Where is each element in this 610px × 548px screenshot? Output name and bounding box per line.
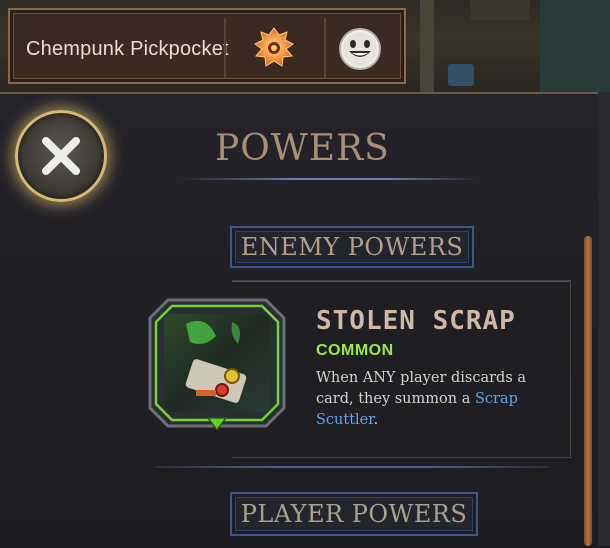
enemy-powers-heading: ENEMY POWERS (230, 226, 474, 268)
player-name: Chempunk Pickpocket (26, 38, 229, 60)
power-card-art-icon[interactable] (146, 296, 288, 432)
emote-smile-icon[interactable] (332, 24, 388, 74)
section-separator (155, 466, 549, 468)
player-header-bar: Chempunk Pickpocket (8, 8, 406, 84)
power-rarity: COMMON (316, 342, 394, 359)
power-name: STOLEN SCRAP (316, 306, 516, 336)
scrollbar[interactable] (584, 236, 592, 546)
player-powers-label: PLAYER POWERS (240, 500, 468, 528)
power-description-end: . (373, 412, 379, 428)
power-description: When ANY player discards a card, they su… (316, 368, 530, 431)
header-divider (324, 18, 326, 78)
header-divider (224, 18, 226, 78)
title-underline (180, 178, 476, 180)
panel-title: POWERS (215, 128, 390, 169)
close-button[interactable] (15, 110, 107, 202)
enemy-powers-label: ENEMY POWERS (240, 233, 464, 261)
close-icon (42, 137, 80, 175)
player-powers-heading: PLAYER POWERS (230, 492, 478, 536)
region-emblem-icon[interactable] (246, 24, 302, 74)
panel-right-edge (598, 92, 610, 546)
